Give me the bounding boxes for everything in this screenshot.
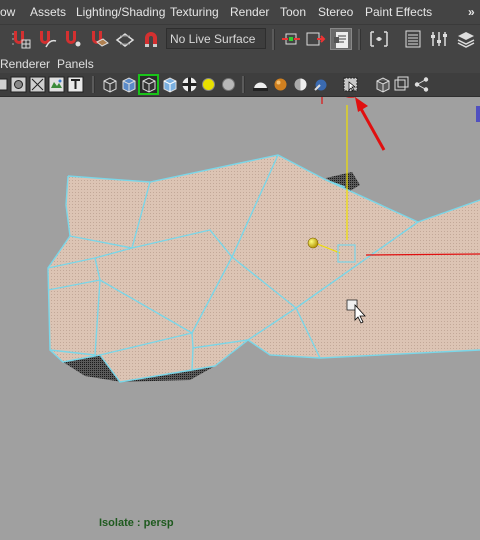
- live-surface-field[interactable]: No Live Surface: [166, 28, 266, 49]
- textured-icon[interactable]: [161, 76, 178, 93]
- snap-to-point-icon[interactable]: [62, 28, 84, 50]
- snap-to-view-plane-icon[interactable]: [88, 28, 110, 50]
- perspective-viewport[interactable]: [0, 97, 480, 540]
- checker-icon[interactable]: [181, 76, 198, 93]
- menu-texturing[interactable]: Texturing: [170, 5, 219, 19]
- wireframe-on-shaded-icon[interactable]: [138, 74, 159, 95]
- menu-overflow-icon[interactable]: »: [468, 5, 475, 19]
- pivot-handle[interactable]: [307, 237, 319, 249]
- menu-assets[interactable]: Assets: [30, 5, 66, 19]
- status-toolbar: No Live Surface: [0, 24, 480, 54]
- select-camera-icon[interactable]: [0, 76, 9, 93]
- toolbar-separator: [358, 29, 361, 50]
- annotation-arrow-head: [355, 97, 368, 112]
- panel-menu-panels[interactable]: Panels: [57, 57, 94, 71]
- main-menu-bar: ow Assets Lighting/Shading Texturing Ren…: [0, 0, 480, 24]
- camera-attributes-icon[interactable]: [10, 76, 27, 93]
- tool-settings-icon[interactable]: [428, 28, 450, 50]
- panel-separator: [242, 76, 245, 93]
- xray-icon[interactable]: [374, 76, 391, 93]
- input-output-connections-icon[interactable]: [280, 28, 302, 50]
- annotation-arrow: [358, 106, 386, 151]
- shadows-icon[interactable]: [252, 76, 269, 93]
- snap-to-curve-icon[interactable]: [36, 28, 58, 50]
- viewcube-edge[interactable]: [476, 106, 480, 122]
- menu-lighting-shading[interactable]: Lighting/Shading: [76, 5, 165, 19]
- history-icon[interactable]: [304, 28, 326, 50]
- channel-box-icon[interactable]: [402, 28, 424, 50]
- menu-window[interactable]: ow: [0, 5, 15, 19]
- xray-active-components-icon[interactable]: [413, 76, 430, 93]
- panel-toolbar: [0, 73, 480, 97]
- motion-blur-icon[interactable]: [292, 76, 309, 93]
- menu-toon[interactable]: Toon: [280, 5, 306, 19]
- render-view-icon[interactable]: [330, 28, 352, 50]
- menu-paint-effects[interactable]: Paint Effects: [365, 5, 432, 19]
- use-default-lighting-icon[interactable]: [200, 76, 217, 93]
- menu-render[interactable]: Render: [230, 5, 269, 19]
- screen-space-ao-icon[interactable]: [272, 76, 289, 93]
- text-overlay-icon[interactable]: [67, 76, 84, 93]
- xray-joints-icon[interactable]: [393, 76, 410, 93]
- smooth-shade-icon[interactable]: [120, 76, 137, 93]
- all-lights-icon[interactable]: [220, 76, 237, 93]
- panel-menu-renderer[interactable]: Renderer: [0, 57, 50, 71]
- image-plane-icon[interactable]: [29, 76, 46, 93]
- toolbar-separator: [272, 29, 275, 50]
- attribute-editor-icon[interactable]: [368, 28, 390, 50]
- resolution-gate-icon[interactable]: [48, 76, 65, 93]
- magnet-icon[interactable]: [140, 28, 162, 50]
- panel-menu-bar: Renderer Panels: [0, 54, 480, 73]
- selected-mesh[interactable]: [48, 155, 480, 382]
- menu-stereo[interactable]: Stereo: [318, 5, 353, 19]
- panel-separator: [92, 76, 95, 93]
- layer-editor-icon[interactable]: [455, 28, 477, 50]
- wireframe-icon[interactable]: [101, 76, 118, 93]
- snap-to-grid-icon[interactable]: [10, 28, 32, 50]
- viewport-canvas: [47, 97, 480, 383]
- isolate-status-label: Isolate : persp: [99, 517, 174, 529]
- make-live-icon[interactable]: [114, 28, 136, 50]
- multisample-aa-icon[interactable]: [312, 76, 329, 93]
- isolate-select-icon[interactable]: [342, 76, 359, 93]
- toolbar-grip-icon: [2, 28, 14, 50]
